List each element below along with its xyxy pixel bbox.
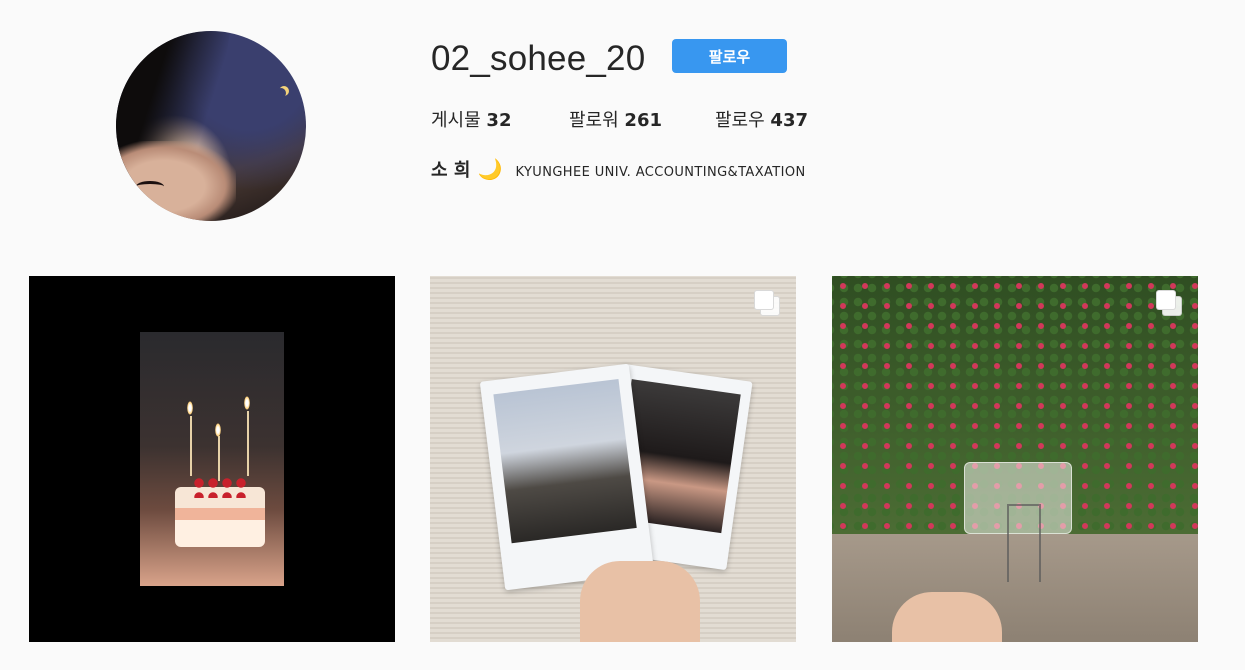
- posts-stat[interactable]: 게시물 32: [431, 106, 511, 132]
- post-thumbnail-3[interactable]: [832, 276, 1198, 642]
- candle-flame: [187, 401, 193, 415]
- hand: [580, 561, 700, 642]
- avatar-face: [116, 141, 236, 221]
- candle: [190, 416, 192, 476]
- bio-description: KYUNGHEE UNIV. ACCOUNTING&TAXATION: [515, 165, 806, 180]
- multiple-photos-icon: [1156, 290, 1182, 316]
- post-thumbnail-2[interactable]: [430, 276, 796, 642]
- candle: [218, 436, 220, 481]
- profile-bio: 소 희 🌙 KYUNGHEE UNIV. ACCOUNTING&TAXATION: [431, 156, 806, 182]
- followers-count: 261: [624, 110, 662, 131]
- following-stat[interactable]: 팔로우 437: [715, 106, 808, 132]
- post-thumbnail-1[interactable]: [29, 276, 395, 642]
- crescent-moon-icon: 🌙: [477, 157, 503, 181]
- profile-avatar[interactable]: [116, 31, 306, 221]
- candle-flame: [215, 423, 221, 437]
- posts-count: 32: [486, 110, 512, 131]
- avatar-moon: [276, 88, 286, 98]
- following-count: 437: [770, 110, 808, 131]
- instant-photo-left-image: [493, 379, 637, 544]
- bio-name: 소 희: [431, 160, 471, 181]
- chair: [1007, 504, 1041, 582]
- avatar-eye: [136, 181, 164, 192]
- multiple-photos-icon: [754, 290, 780, 316]
- follow-button[interactable]: 팔로우: [672, 39, 787, 73]
- post-1-image: [140, 332, 284, 586]
- profile-username: 02_sohee_20: [431, 39, 646, 78]
- following-label: 팔로우: [715, 110, 765, 131]
- posts-label: 게시물: [431, 110, 481, 131]
- instant-photo-left: [479, 363, 655, 591]
- candle-flame: [244, 396, 250, 410]
- strawberries: [192, 476, 246, 498]
- candle: [247, 411, 249, 476]
- followers-stat[interactable]: 팔로워 261: [569, 106, 662, 132]
- hand: [892, 592, 1002, 642]
- followers-label: 팔로워: [569, 110, 619, 131]
